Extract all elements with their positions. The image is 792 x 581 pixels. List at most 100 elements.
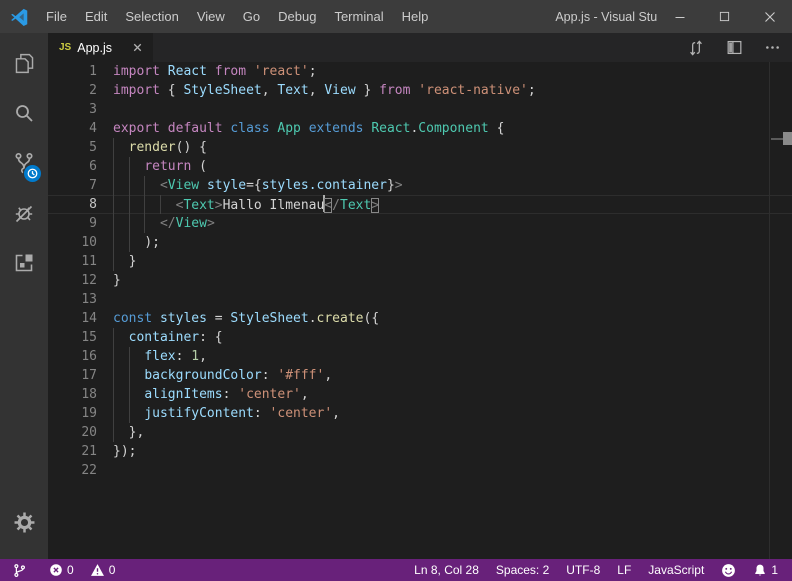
line-number[interactable]: 16	[48, 347, 113, 366]
minimap-line	[700, 125, 770, 127]
activity-extensions[interactable]	[0, 238, 48, 288]
code-line[interactable]: 9 </View>	[48, 214, 792, 233]
code-line[interactable]: 3	[48, 100, 792, 119]
code-line[interactable]: 15 container: {	[48, 328, 792, 347]
code-token	[152, 311, 160, 326]
minimap[interactable]	[700, 65, 770, 153]
code-line[interactable]: 1import React from 'react';	[48, 62, 792, 81]
line-number[interactable]: 20	[48, 423, 113, 442]
line-number[interactable]: 1	[48, 62, 113, 81]
code-token: extends	[309, 121, 364, 136]
activity-settings[interactable]	[0, 497, 48, 547]
menu-file[interactable]: File	[37, 0, 76, 33]
line-number[interactable]: 11	[48, 252, 113, 271]
more-actions-button[interactable]	[763, 38, 782, 57]
maximize-button[interactable]	[702, 0, 747, 33]
code-line[interactable]: 5 render() {	[48, 138, 792, 157]
code-line[interactable]: 13	[48, 290, 792, 309]
menu-debug[interactable]: Debug	[269, 0, 325, 33]
minimize-button[interactable]	[657, 0, 702, 33]
status-indentation[interactable]: Spaces: 2	[492, 559, 553, 581]
line-number[interactable]: 2	[48, 81, 113, 100]
status-cursor-position[interactable]: Ln 8, Col 28	[410, 559, 483, 581]
menu-terminal[interactable]: Terminal	[325, 0, 392, 33]
code-token: }	[356, 83, 379, 98]
tab-app-js[interactable]: JSApp.js	[48, 33, 153, 62]
line-number[interactable]: 17	[48, 366, 113, 385]
code-line[interactable]: 8 <Text>Hallo Ilmenau</Text>	[48, 195, 792, 214]
line-number[interactable]: 9	[48, 214, 113, 233]
code-line[interactable]: 20 },	[48, 423, 792, 442]
line-number[interactable]: 21	[48, 442, 113, 461]
line-number[interactable]: 14	[48, 309, 113, 328]
menu-go[interactable]: Go	[234, 0, 269, 33]
line-number[interactable]: 13	[48, 290, 113, 309]
code-token: backgroundColor	[144, 368, 261, 383]
window-title: App.js - Visual Studio Code	[437, 10, 657, 24]
code-token: style	[207, 178, 246, 193]
line-number[interactable]: 12	[48, 271, 113, 290]
code-line[interactable]: 14const styles = StyleSheet.create({	[48, 309, 792, 328]
code-line[interactable]: 21});	[48, 442, 792, 461]
code-token: (	[191, 159, 207, 174]
menu-selection[interactable]: Selection	[116, 0, 187, 33]
status-encoding[interactable]: UTF-8	[562, 559, 604, 581]
code-token: :	[262, 368, 278, 383]
split-editor-button[interactable]	[725, 38, 744, 57]
line-number[interactable]: 15	[48, 328, 113, 347]
code-token	[246, 64, 254, 79]
status-eol[interactable]: LF	[613, 559, 635, 581]
line-number[interactable]: 18	[48, 385, 113, 404]
close-button[interactable]	[747, 0, 792, 33]
line-number[interactable]: 19	[48, 404, 113, 423]
code-line[interactable]: 19 justifyContent: 'center',	[48, 404, 792, 423]
indent-guide	[144, 176, 145, 195]
minimap-line	[700, 77, 770, 79]
activity-source-control[interactable]	[0, 138, 48, 188]
code-line[interactable]: 22	[48, 461, 792, 480]
indent-guide	[113, 423, 114, 442]
code-line[interactable]: 16 flex: 1,	[48, 347, 792, 366]
code-line[interactable]: 7 <View style={styles.container}>	[48, 176, 792, 195]
code-token: }	[129, 254, 137, 269]
vscode-window: FileEditSelectionViewGoDebugTerminalHelp…	[0, 0, 792, 581]
menu-view[interactable]: View	[188, 0, 234, 33]
code-line[interactable]: 10 );	[48, 233, 792, 252]
tab-close-button[interactable]	[131, 41, 144, 54]
line-number[interactable]: 8	[48, 195, 113, 214]
line-number[interactable]: 3	[48, 100, 113, 119]
code-token: 'center'	[270, 406, 333, 421]
code-line[interactable]: 18 alignItems: 'center',	[48, 385, 792, 404]
code-line[interactable]: 11 }	[48, 252, 792, 271]
code-line[interactable]: 4export default class App extends React.…	[48, 119, 792, 138]
code-line[interactable]: 17 backgroundColor: '#fff',	[48, 366, 792, 385]
code-line[interactable]: 12}	[48, 271, 792, 290]
line-number[interactable]: 4	[48, 119, 113, 138]
line-number[interactable]: 10	[48, 233, 113, 252]
line-number[interactable]: 7	[48, 176, 113, 195]
code-line[interactable]: 6 return (	[48, 157, 792, 176]
activity-search[interactable]	[0, 88, 48, 138]
line-content: }	[113, 252, 136, 271]
line-number[interactable]: 22	[48, 461, 113, 480]
status-warnings[interactable]: 0	[86, 559, 120, 581]
menu-help[interactable]: Help	[393, 0, 438, 33]
line-number[interactable]: 5	[48, 138, 113, 157]
status-feedback[interactable]	[717, 559, 740, 581]
code-editor[interactable]: 1import React from 'react';2import { Sty…	[48, 62, 792, 559]
menu-edit[interactable]: Edit	[76, 0, 116, 33]
code-token: }	[113, 273, 121, 288]
status-git-branch[interactable]	[8, 559, 31, 581]
open-changes-button[interactable]	[686, 38, 706, 58]
activity-explorer[interactable]	[0, 38, 48, 88]
line-number[interactable]: 6	[48, 157, 113, 176]
status-notifications[interactable]: 1	[749, 559, 782, 581]
status-language-mode[interactable]: JavaScript	[644, 559, 708, 581]
status-errors[interactable]: 0	[45, 559, 78, 581]
tabs: JSApp.js	[48, 33, 153, 62]
activity-debug[interactable]	[0, 188, 48, 238]
line-content: import { StyleSheet, Text, View } from '…	[113, 81, 536, 100]
overview-ruler[interactable]	[769, 62, 792, 559]
code-line[interactable]: 2import { StyleSheet, Text, View } from …	[48, 81, 792, 100]
tab-label: App.js	[77, 41, 112, 55]
